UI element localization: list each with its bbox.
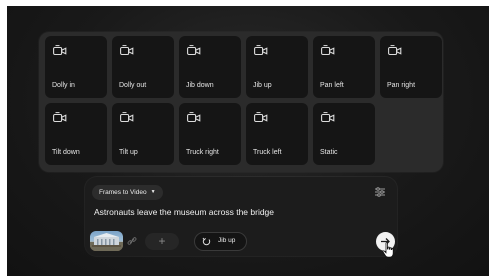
tile-jib-down[interactable]: Jib down xyxy=(179,36,241,98)
tile-label: Pan left xyxy=(320,82,344,89)
camera-motion-panel: Dolly in Dolly out Jib down Jib up Pan l… xyxy=(39,32,443,172)
tile-label: Jib down xyxy=(186,82,214,89)
tile-label: Dolly out xyxy=(119,82,147,89)
tile-label: Truck left xyxy=(253,149,282,156)
tile-tilt-down[interactable]: Tilt down xyxy=(45,103,107,165)
tile-pan-right[interactable]: Pan right xyxy=(380,36,442,98)
tile-dolly-in[interactable]: Dolly in xyxy=(45,36,107,98)
camera-motion-icon xyxy=(53,112,67,123)
tile-static[interactable]: Static xyxy=(313,103,375,165)
camera-motion-icon xyxy=(388,45,402,56)
add-frame-button[interactable]: + xyxy=(145,233,179,250)
tile-label: Pan right xyxy=(387,82,416,89)
tile-truck-right[interactable]: Truck right xyxy=(179,103,241,165)
tile-dolly-out[interactable]: Dolly out xyxy=(112,36,174,98)
camera-motion-icon xyxy=(187,45,201,56)
tile-label: Tilt down xyxy=(52,149,80,156)
tile-label: Tilt up xyxy=(119,149,138,156)
camera-motion-icon xyxy=(254,45,268,56)
tile-pan-left[interactable]: Pan left xyxy=(313,36,375,98)
camera-motion-icon xyxy=(321,112,335,123)
tile-label: Truck right xyxy=(186,149,219,156)
camera-motion-icon xyxy=(120,45,134,56)
tile-jib-up[interactable]: Jib up xyxy=(246,36,308,98)
tile-label: Jib up xyxy=(253,82,272,89)
tile-tilt-up[interactable]: Tilt up xyxy=(112,103,174,165)
tune-icon[interactable] xyxy=(374,186,386,198)
mode-dropdown[interactable]: Frames to Video ▼ xyxy=(92,185,163,200)
frame-thumbnail[interactable] xyxy=(90,231,123,251)
cursor-icon xyxy=(382,242,394,258)
motion-chip-label: Jib up xyxy=(218,237,236,244)
tile-truck-left[interactable]: Truck left xyxy=(246,103,308,165)
app-window: Dolly in Dolly out Jib down Jib up Pan l… xyxy=(7,6,489,276)
tile-label: Dolly in xyxy=(52,82,75,89)
camera-motion-icon xyxy=(254,112,268,123)
motion-icon xyxy=(202,237,211,246)
link-icon xyxy=(127,237,137,245)
caret-down-icon: ▼ xyxy=(150,189,156,195)
camera-motion-chip[interactable]: Jib up xyxy=(194,232,247,251)
camera-motion-icon xyxy=(187,112,201,123)
prompt-card: Frames to Video ▼ Astronauts leave the mu… xyxy=(85,177,397,256)
prompt-input[interactable]: Astronauts leave the museum across the b… xyxy=(94,207,274,217)
mode-label: Frames to Video xyxy=(99,189,147,196)
camera-motion-icon xyxy=(53,45,67,56)
camera-motion-icon xyxy=(321,45,335,56)
tile-label: Static xyxy=(320,149,338,156)
camera-motion-icon xyxy=(120,112,134,123)
